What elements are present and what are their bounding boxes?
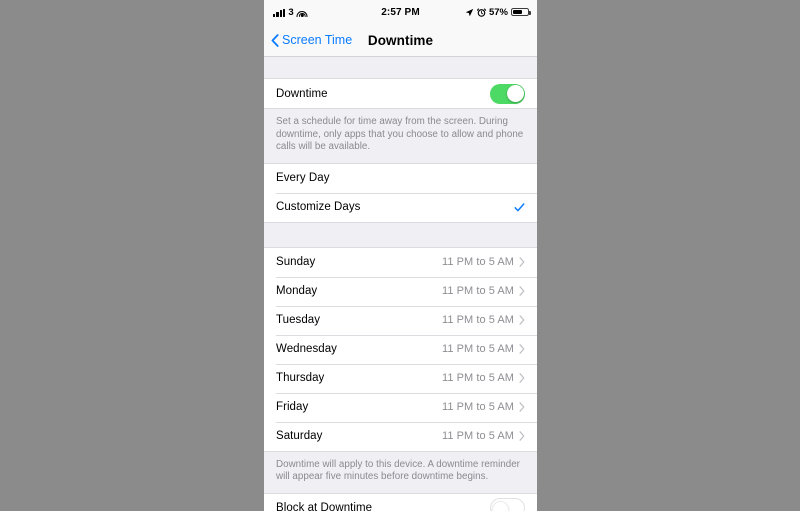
day-label: Monday <box>276 285 318 297</box>
chevron-right-icon <box>519 431 525 441</box>
row-customize-days[interactable]: Customize Days <box>264 192 537 222</box>
day-time-value: 11 PM to 5 AM <box>442 372 514 384</box>
day-time-value: 11 PM to 5 AM <box>442 430 514 442</box>
day-label: Friday <box>276 401 309 413</box>
settings-scroll-view[interactable]: Downtime Set a schedule for time away fr… <box>264 57 537 511</box>
alarm-clock-icon <box>476 7 486 17</box>
every-day-label: Every Day <box>276 172 330 184</box>
row-downtime[interactable]: Downtime <box>264 79 537 108</box>
row-day-thursday[interactable]: Thursday 11 PM to 5 AM <box>264 363 537 393</box>
toggle-knob <box>491 500 509 511</box>
day-accessory: 11 PM to 5 AM <box>442 285 525 297</box>
status-bar-right: 57% <box>465 6 531 18</box>
day-time-value: 11 PM to 5 AM <box>442 343 514 355</box>
day-accessory: 11 PM to 5 AM <box>442 343 525 355</box>
customize-days-label: Customize Days <box>276 201 361 213</box>
day-accessory: 11 PM to 5 AM <box>442 256 525 268</box>
page-title: Downtime <box>367 32 434 48</box>
section-gap-top <box>264 57 537 78</box>
day-accessory: 11 PM to 5 AM <box>442 401 525 413</box>
day-label: Sunday <box>276 256 316 268</box>
checkmark-icon <box>514 202 525 211</box>
iphone-screen: 3 2:57 PM 57% Screen Time Downtime Downt… <box>264 0 537 511</box>
block-downtime-group: Block at Downtime <box>264 492 537 511</box>
downtime-row-accessory <box>490 83 525 104</box>
status-bar: 3 2:57 PM 57% <box>264 0 537 24</box>
day-time-value: 11 PM to 5 AM <box>442 314 514 326</box>
chevron-right-icon <box>519 315 525 325</box>
row-day-wednesday[interactable]: Wednesday 11 PM to 5 AM <box>264 334 537 364</box>
row-block-at-downtime[interactable]: Block at Downtime <box>264 493 537 511</box>
chevron-right-icon <box>519 402 525 412</box>
chevron-right-icon <box>519 373 525 383</box>
toggle-knob <box>506 85 524 102</box>
chevron-right-icon <box>519 286 525 296</box>
downtime-footnote: Set a schedule for time away from the sc… <box>264 109 537 163</box>
battery-percent-label: 57% <box>488 6 508 18</box>
day-time-value: 11 PM to 5 AM <box>442 285 514 297</box>
row-every-day[interactable]: Every Day <box>264 163 537 193</box>
section-gap-days <box>264 222 537 247</box>
day-accessory: 11 PM to 5 AM <box>442 372 525 384</box>
battery-icon <box>511 7 531 17</box>
block-at-downtime-toggle[interactable] <box>490 498 525 511</box>
days-group: Sunday 11 PM to 5 AM Monday 11 PM to 5 A… <box>264 246 537 452</box>
day-time-value: 11 PM to 5 AM <box>442 256 514 268</box>
block-at-downtime-accessory <box>490 498 525 511</box>
row-day-monday[interactable]: Monday 11 PM to 5 AM <box>264 276 537 306</box>
day-label: Tuesday <box>276 314 321 326</box>
day-accessory: 11 PM to 5 AM <box>442 314 525 326</box>
screenshot-canvas: 3 2:57 PM 57% Screen Time Downtime Downt… <box>0 0 800 511</box>
row-day-sunday[interactable]: Sunday 11 PM to 5 AM <box>264 247 537 277</box>
block-at-downtime-label: Block at Downtime <box>276 502 373 511</box>
day-label: Thursday <box>276 372 325 384</box>
downtime-label: Downtime <box>276 87 328 100</box>
day-label: Wednesday <box>276 343 337 355</box>
schedule-mode-group: Every Day Customize Days <box>264 162 537 223</box>
row-day-friday[interactable]: Friday 11 PM to 5 AM <box>264 392 537 422</box>
row-day-tuesday[interactable]: Tuesday 11 PM to 5 AM <box>264 305 537 335</box>
downtime-group: Downtime <box>264 78 537 109</box>
row-day-saturday[interactable]: Saturday 11 PM to 5 AM <box>264 421 537 451</box>
day-accessory: 11 PM to 5 AM <box>442 430 525 442</box>
days-footnote: Downtime will apply to this device. A do… <box>264 451 537 493</box>
chevron-right-icon <box>519 344 525 354</box>
day-time-value: 11 PM to 5 AM <box>442 401 514 413</box>
day-label: Saturday <box>276 430 323 442</box>
location-arrow-icon <box>465 8 474 16</box>
customize-days-accessory <box>514 202 525 213</box>
navigation-bar: Screen Time Downtime <box>264 24 537 57</box>
downtime-toggle[interactable] <box>490 83 525 104</box>
chevron-right-icon <box>519 257 525 267</box>
